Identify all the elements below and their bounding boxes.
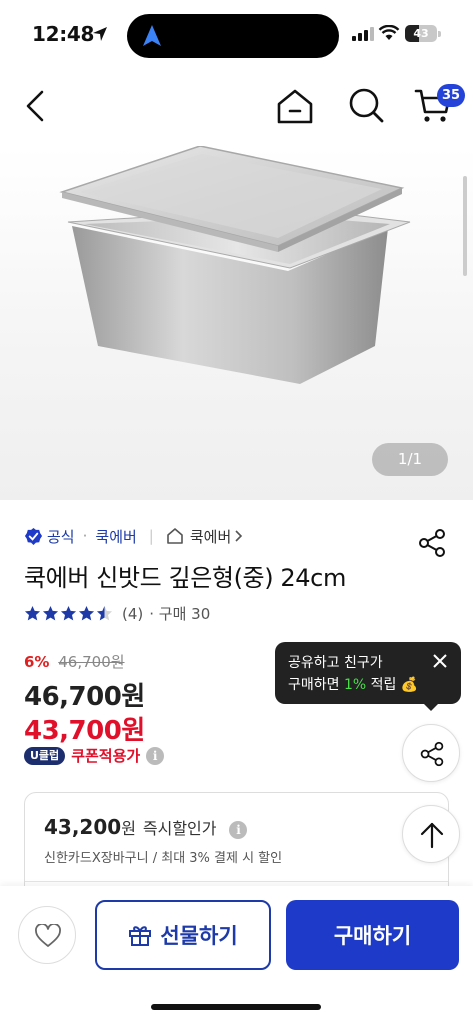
review-count[interactable]: (4): [122, 605, 143, 623]
brand-link[interactable]: 쿡에버: [95, 526, 136, 547]
home-small-icon: [167, 528, 183, 544]
discount-percent: 6%: [24, 653, 50, 671]
floating-share-button[interactable]: [402, 724, 460, 782]
coupon-applied-label: 쿠폰적용가: [71, 747, 141, 765]
rating-row[interactable]: (4) · 구매 30: [24, 603, 210, 624]
instant-discount-label: 즉시할인가: [142, 819, 217, 838]
search-icon[interactable]: [347, 86, 385, 124]
battery-level: 43: [413, 27, 429, 40]
tooltip-line2-post: 적립 💰: [370, 677, 419, 693]
instant-discount-detail: 신한카드X장바구니 / 최대 3% 결제 시 할인: [44, 851, 283, 866]
price: 46,700원: [24, 682, 145, 712]
home-icon[interactable]: [276, 87, 314, 125]
status-time: 12:48: [32, 22, 95, 46]
product-gallery[interactable]: 1/1: [0, 146, 473, 500]
gallery-pager: 1/1: [372, 443, 448, 476]
star-icon: [96, 605, 113, 621]
coupon-price: 43,700원: [24, 716, 145, 746]
tooltip-percent: 1%: [343, 677, 367, 693]
info-icon[interactable]: i: [146, 746, 165, 765]
buy-button-label: 구매하기: [333, 924, 412, 948]
category-link[interactable]: 쿡에버: [166, 526, 243, 547]
star-icon: [42, 605, 59, 621]
star-icon: [78, 605, 95, 621]
navigation-arrow-icon: [143, 25, 161, 46]
star-icon: [24, 605, 41, 621]
bottom-action-bar: 선물하기 구매하기: [0, 886, 473, 1024]
share-reward-tooltip: 공유하고 친구가 구매하면 1% 적립 💰: [275, 642, 461, 704]
share-icon: [420, 741, 444, 767]
tooltip-line2: 구매하면 1% 적립 💰: [288, 674, 418, 694]
card-divider: [25, 881, 448, 882]
product-image: [59, 146, 411, 384]
breadcrumb-divider: |: [148, 527, 154, 545]
dynamic-island: [127, 14, 339, 58]
category-label: 쿡에버: [189, 527, 232, 546]
instant-discount-unit: 원: [121, 819, 136, 838]
tooltip-tail: [423, 703, 439, 711]
tooltip-line1: 공유하고 친구가: [288, 655, 383, 671]
info-icon[interactable]: i: [229, 821, 248, 839]
instant-discount-price: 43,200: [44, 815, 122, 839]
chevron-right-icon: [235, 530, 243, 542]
discount-row: 6% 46,700원: [24, 651, 125, 672]
instant-discount-row: 43,200원 즉시할인가 i: [44, 815, 248, 839]
purchase-count: · 구매 30: [149, 605, 211, 623]
scroll-to-top-button[interactable]: [402, 805, 460, 863]
back-arrow-icon[interactable]: [20, 88, 50, 124]
cart-count-badge: 35: [437, 84, 466, 107]
star-icon: [60, 605, 77, 621]
heart-icon: [35, 924, 61, 947]
cellular-signal-icon: [352, 27, 374, 41]
gift-icon: [129, 926, 152, 946]
breadcrumb-dot: ·: [82, 527, 88, 545]
breadcrumb: 공식 · 쿡에버 | 쿡에버: [24, 524, 243, 548]
original-price: 46,700원: [58, 653, 125, 671]
share-icon[interactable]: [417, 528, 447, 558]
product-title: 쿡에버 신밧드 깊은형(중) 24cm: [24, 564, 346, 592]
status-bar: 12:48 43: [0, 0, 473, 66]
wifi-icon: [378, 25, 400, 40]
verified-badge-icon: [24, 527, 43, 545]
uclub-row: U클럽 쿠폰적용가 i: [24, 745, 165, 766]
battery-icon: 43: [405, 25, 437, 42]
gift-button-label: 선물하기: [160, 924, 238, 948]
uclub-badge: U클럽: [24, 746, 66, 765]
battery-cap: [438, 31, 441, 37]
home-indicator: [151, 1004, 321, 1010]
close-icon[interactable]: [432, 653, 448, 669]
top-nav: [0, 66, 473, 146]
gallery-scroll-indicator: [463, 176, 467, 276]
tooltip-line2-pre: 구매하면: [288, 677, 340, 693]
gift-button[interactable]: 선물하기: [95, 900, 271, 970]
buy-button[interactable]: 구매하기: [286, 900, 459, 970]
location-arrow-icon: [93, 27, 107, 41]
star-rating: [24, 605, 114, 622]
arrow-up-icon: [420, 822, 444, 849]
wishlist-button[interactable]: [18, 906, 76, 964]
official-label[interactable]: 공식: [47, 526, 75, 547]
